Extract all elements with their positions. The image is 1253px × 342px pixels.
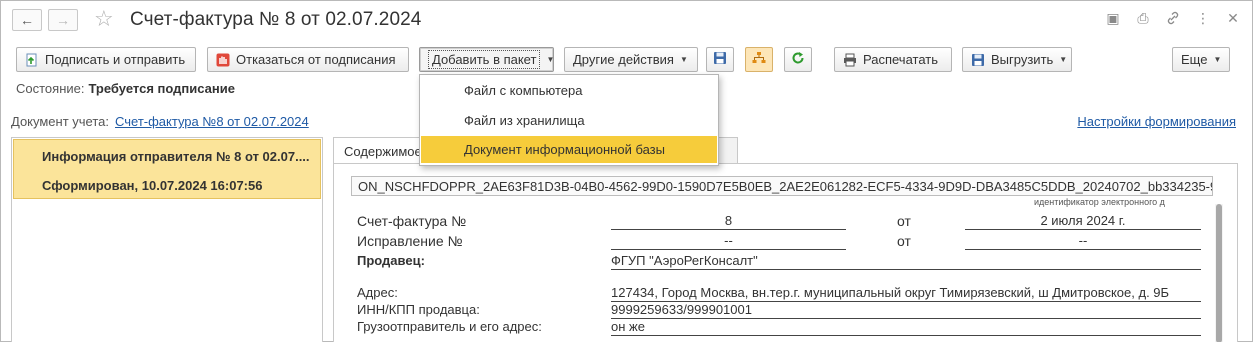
refresh-button[interactable] bbox=[784, 47, 812, 72]
more-button[interactable]: Еще ▼ bbox=[1172, 47, 1230, 72]
forward-button[interactable]: → bbox=[48, 9, 78, 31]
other-actions-label: Другие действия bbox=[573, 52, 674, 67]
save-document-button[interactable] bbox=[706, 47, 734, 72]
invoice-date: 2 июля 2024 г. bbox=[965, 213, 1201, 230]
document-link[interactable]: Счет-фактура №8 от 02.07.2024 bbox=[115, 114, 309, 129]
export-label: Выгрузить bbox=[991, 52, 1054, 67]
invoice-number: 8 bbox=[611, 213, 846, 230]
seller-value: ФГУП "АэроРегКонсалт" bbox=[611, 253, 1201, 270]
favorite-star-icon[interactable]: ☆ bbox=[94, 7, 114, 31]
close-icon[interactable]: ✕ bbox=[1225, 10, 1241, 26]
export-button[interactable]: Выгрузить ▼ bbox=[962, 47, 1072, 72]
add-to-package-label: Добавить в пакет bbox=[428, 50, 541, 69]
chevron-down-icon: ▼ bbox=[679, 55, 688, 64]
sign-and-send-label: Подписать и отправить bbox=[45, 52, 186, 67]
document-label: Документ учета: bbox=[11, 114, 110, 129]
save-icon[interactable]: ▣ bbox=[1105, 10, 1121, 26]
inn-kpp-label: ИНН/КПП продавца: bbox=[357, 302, 480, 317]
menu-item-infobase-document[interactable]: Документ информационной базы bbox=[421, 136, 717, 163]
structure-button[interactable] bbox=[745, 47, 773, 72]
chevron-down-icon: ▼ bbox=[1059, 55, 1068, 64]
seller-label: Продавец: bbox=[357, 253, 425, 268]
settings-link[interactable]: Настройки формирования bbox=[1077, 114, 1236, 129]
printer-icon bbox=[843, 53, 857, 67]
sign-send-icon bbox=[25, 53, 39, 67]
scrollbar-thumb[interactable] bbox=[1216, 204, 1222, 342]
address-value: 127434, Город Москва, вн.тер.г. муниципа… bbox=[611, 285, 1201, 302]
refresh-icon bbox=[791, 51, 805, 68]
chevron-down-icon: ▼ bbox=[1213, 55, 1222, 64]
identifier-field: ON_NSCHFDOPPR_2AE63F81D3B-04B0-4562-99D0… bbox=[351, 176, 1213, 196]
export-disk-icon bbox=[971, 53, 985, 67]
refuse-signing-button[interactable]: Отказаться от подписания bbox=[207, 47, 409, 72]
list-item-title: Информация отправителя № 8 от 02.07.... bbox=[42, 149, 310, 164]
tab-content[interactable]: Содержимое bbox=[333, 137, 423, 164]
document-content-panel: ON_NSCHFDOPPR_2AE63F81D3B-04B0-4562-99D0… bbox=[333, 163, 1238, 342]
sign-and-send-button[interactable]: Подписать и отправить bbox=[16, 47, 196, 72]
shipper-value: он же bbox=[611, 319, 1201, 336]
vertical-scrollbar[interactable] bbox=[1215, 204, 1223, 342]
correction-label: Исправление № bbox=[357, 233, 463, 249]
menu-item-file-from-storage[interactable]: Файл из хранилища bbox=[421, 107, 717, 134]
status-line: Состояние: Требуется подписание bbox=[16, 81, 235, 96]
menu-item-file-from-computer[interactable]: Файл с компьютера bbox=[421, 77, 717, 104]
back-button[interactable]: ← bbox=[12, 9, 42, 31]
list-item-status: Сформирован, 10.07.2024 16:07:56 bbox=[42, 178, 263, 193]
chevron-down-icon: ▼ bbox=[546, 55, 555, 64]
identifier-caption: идентификатор электронного д bbox=[1034, 197, 1165, 207]
correction-date: -- bbox=[965, 233, 1201, 250]
list-item-selected[interactable]: Информация отправителя № 8 от 02.07.... … bbox=[13, 139, 321, 199]
add-to-package-menu: Файл с компьютера Файл из хранилища Доку… bbox=[419, 74, 719, 166]
add-to-package-button[interactable]: Добавить в пакет ▼ bbox=[419, 47, 554, 72]
correction-number: -- bbox=[611, 233, 846, 250]
arrow-left-icon: ← bbox=[20, 12, 34, 28]
link-icon[interactable] bbox=[1165, 10, 1181, 26]
refuse-hand-icon bbox=[216, 53, 230, 67]
print-label: Распечатать bbox=[863, 52, 939, 67]
print-icon[interactable]: ⎙ bbox=[1135, 10, 1151, 26]
other-actions-button[interactable]: Другие действия ▼ bbox=[564, 47, 698, 72]
address-label: Адрес: bbox=[357, 285, 398, 300]
floppy-disk-icon bbox=[713, 51, 727, 68]
more-icon[interactable]: ⋮ bbox=[1195, 10, 1211, 26]
arrow-right-icon: → bbox=[56, 12, 70, 28]
hierarchy-icon bbox=[752, 51, 766, 68]
print-button[interactable]: Распечатать bbox=[834, 47, 952, 72]
status-value: Требуется подписание bbox=[88, 81, 235, 96]
more-label: Еще bbox=[1181, 52, 1208, 67]
left-list-panel: Информация отправителя № 8 от 02.07.... … bbox=[11, 137, 323, 342]
invoice-label: Счет-фактура № bbox=[357, 213, 467, 229]
status-label: Состояние: bbox=[16, 81, 85, 96]
shipper-label: Грузоотправитель и его адрес: bbox=[357, 319, 542, 334]
refuse-signing-label: Отказаться от подписания bbox=[236, 52, 396, 67]
window-title: Счет-фактура № 8 от 02.07.2024 bbox=[130, 9, 422, 30]
correction-from-label: от bbox=[897, 233, 911, 249]
inn-kpp-value: 9999259633/999901001 bbox=[611, 302, 1201, 319]
window-icon-bar: ▣ ⎙ ⋮ ✕ bbox=[1105, 10, 1241, 26]
invoice-from-label: от bbox=[897, 213, 911, 229]
